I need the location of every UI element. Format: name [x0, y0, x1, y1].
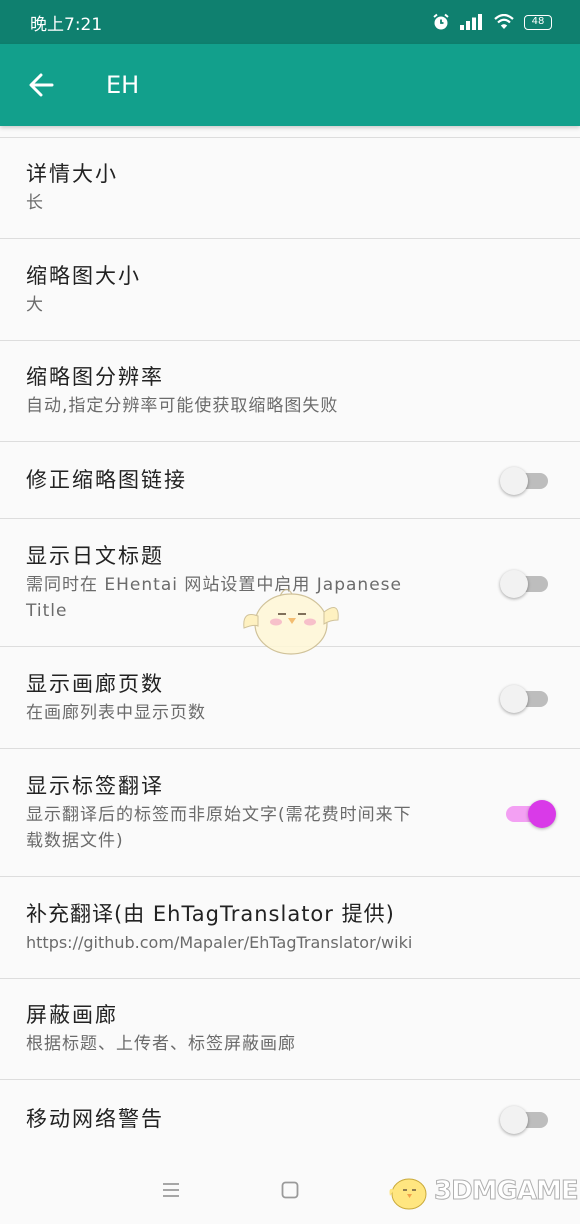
setting-thumb-size[interactable]: 缩略图大小 大 [0, 239, 580, 341]
setting-subtitle: https://github.com/Mapaler/EhTagTranslat… [26, 932, 413, 952]
mobile-warning-switch[interactable] [500, 1104, 554, 1134]
setting-extra-translation[interactable]: 补充翻译(由 EhTagTranslator 提供) https://githu… [0, 877, 580, 979]
japanese-title-switch[interactable] [500, 568, 554, 598]
wifi-icon [494, 14, 514, 29]
switch-thumb [500, 1105, 528, 1134]
setting-title: 缩略图分辨率 [26, 365, 164, 389]
switch-thumb [528, 799, 556, 828]
setting-title: 缩略图大小 [26, 263, 141, 288]
setting-text: 缩略图分辨率 自动,指定分辨率可能使获取缩略图失败 [26, 363, 554, 419]
battery-icon: 48 [524, 14, 552, 30]
setting-detail-size[interactable]: 详情大小 长 [0, 138, 580, 239]
setting-title: 显示画廊页数 [26, 671, 164, 696]
home-icon [281, 1181, 299, 1199]
chick-logo-icon [389, 1178, 427, 1210]
back-button[interactable] [24, 68, 58, 102]
menu-button[interactable] [157, 1176, 185, 1204]
switch-thumb [500, 467, 528, 495]
gallery-pages-switch[interactable] [500, 683, 554, 713]
setting-text: 详情大小 长 [26, 160, 554, 216]
setting-title: 显示日文标题 [26, 543, 164, 568]
page-title: EH [106, 71, 140, 99]
setting-block-gallery[interactable]: 屏蔽画廊 根据标题、上传者、标签屏蔽画廊 [0, 979, 580, 1080]
setting-text: 缩略图大小 大 [26, 262, 554, 318]
menu-icon [163, 1183, 179, 1197]
setting-title: 详情大小 [26, 162, 118, 186]
setting-tag-translation[interactable]: 显示标签翻译 显示翻译后的标签而非原始文字(需花费时间来下载数据文件) [0, 749, 580, 877]
switch-thumb [500, 569, 528, 598]
watermark: 3DMGAME [386, 1168, 580, 1214]
setting-subtitle: 显示翻译后的标签而非原始文字(需花费时间来下载数据文件) [26, 804, 412, 851]
setting-title: 显示标签翻译 [26, 773, 164, 798]
home-button[interactable] [276, 1176, 304, 1204]
setting-subtitle: 大 [26, 294, 44, 315]
setting-text: 补充翻译(由 EhTagTranslator 提供) https://githu… [26, 900, 554, 956]
setting-gallery-pages[interactable]: 显示画廊页数 在画廊列表中显示页数 [0, 647, 580, 749]
battery-level: 48 [531, 15, 545, 27]
list-top-spacer [0, 126, 580, 138]
setting-text: 屏蔽画廊 根据标题、上传者、标签屏蔽画廊 [26, 1001, 554, 1057]
status-time: 晚上7:21 [30, 14, 103, 35]
switch-thumb [500, 684, 528, 713]
status-bar: 晚上7:21 48 [0, 0, 580, 44]
fix-thumb-link-switch[interactable] [500, 465, 554, 495]
setting-mobile-warning[interactable]: 移动网络警告 [0, 1080, 580, 1157]
watermark-text: 3DMGAME [434, 1176, 580, 1207]
setting-text: 显示画廊页数 在画廊列表中显示页数 [26, 670, 480, 726]
setting-title: 修正缩略图链接 [26, 468, 187, 492]
setting-subtitle: 根据标题、上传者、标签屏蔽画廊 [26, 1034, 296, 1054]
setting-title: 屏蔽画廊 [26, 1003, 118, 1027]
status-icons: 48 [432, 13, 552, 31]
alarm-icon [433, 13, 449, 30]
app-bar: EH [0, 44, 580, 126]
setting-fix-thumb-link[interactable]: 修正缩略图链接 [0, 442, 580, 519]
setting-subtitle: 需同时在 EHentai 网站设置中启用 Japanese Title [26, 574, 402, 621]
chick-mascot-icon [243, 588, 339, 655]
setting-text: 修正缩略图链接 [26, 466, 480, 494]
setting-subtitle: 长 [26, 193, 44, 213]
setting-title: 补充翻译(由 EhTagTranslator 提供) [26, 901, 395, 926]
tag-translation-switch[interactable] [500, 798, 556, 828]
setting-text: 移动网络警告 [26, 1105, 480, 1133]
signal-icon [460, 14, 482, 30]
setting-thumb-resolution[interactable]: 缩略图分辨率 自动,指定分辨率可能使获取缩略图失败 [0, 341, 580, 442]
setting-subtitle: 自动,指定分辨率可能使获取缩略图失败 [26, 396, 339, 416]
arrow-back-icon [29, 73, 54, 97]
setting-title: 移动网络警告 [26, 1106, 164, 1131]
setting-subtitle: 在画廊列表中显示页数 [26, 702, 206, 723]
setting-text: 显示标签翻译 显示翻译后的标签而非原始文字(需花费时间来下载数据文件) [26, 772, 480, 854]
